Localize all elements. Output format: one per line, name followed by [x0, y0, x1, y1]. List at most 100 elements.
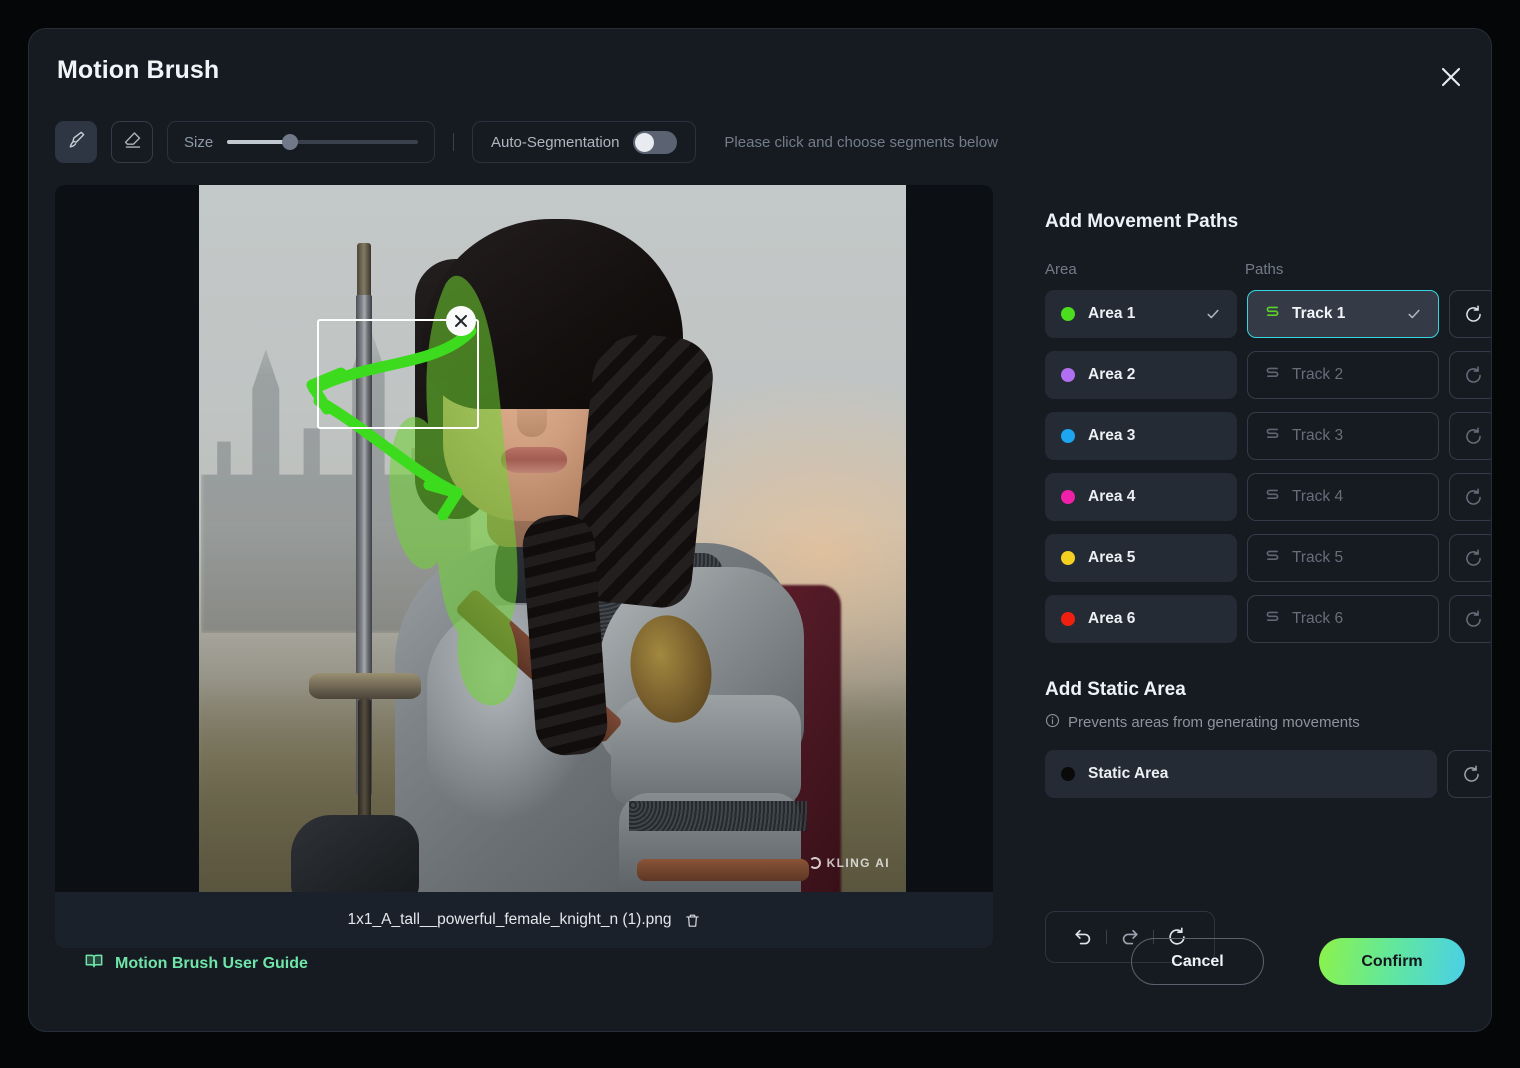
area-chip-1[interactable]: Area 1: [1045, 290, 1237, 338]
track-path-icon: [1264, 303, 1281, 325]
brush-icon: [66, 129, 87, 155]
check-icon: [1406, 550, 1422, 566]
area-color-dot: [1061, 551, 1075, 565]
check-icon: [1205, 550, 1221, 566]
user-guide-link[interactable]: Motion Brush User Guide: [84, 951, 308, 976]
area-color-dot: [1061, 490, 1075, 504]
track-chip-6[interactable]: Track 6: [1247, 595, 1439, 643]
check-icon: [1406, 367, 1422, 383]
reset-icon[interactable]: [1449, 595, 1491, 643]
close-icon[interactable]: [446, 306, 476, 336]
check-icon: [1205, 367, 1221, 383]
reset-icon[interactable]: [1447, 750, 1491, 798]
reset-icon[interactable]: [1449, 351, 1491, 399]
static-area-heading: Add Static Area: [1045, 679, 1186, 700]
preview-image[interactable]: KLING AI: [199, 185, 906, 892]
static-area-info-text: Prevents areas from generating movements: [1068, 714, 1360, 731]
area-track-row: Area 1 Track 1: [1045, 290, 1491, 338]
auto-segmentation-label: Auto-Segmentation: [491, 133, 620, 151]
check-icon: [1205, 306, 1221, 322]
area-track-row: Area 5 Track 5: [1045, 534, 1491, 582]
toolbar: Size Auto-Segmentation Please click and …: [55, 121, 998, 163]
check-icon: [1205, 611, 1221, 627]
area-label: Area 2: [1088, 366, 1136, 383]
area-color-dot: [1061, 612, 1075, 626]
check-icon: [1406, 428, 1422, 444]
brush-size-label: Size: [184, 133, 214, 151]
track-label: Track 3: [1292, 427, 1344, 444]
column-header-area: Area: [1045, 261, 1077, 278]
book-icon: [84, 951, 104, 976]
track-label: Track 1: [1292, 305, 1346, 322]
brush-size-control[interactable]: Size: [167, 121, 435, 163]
static-area-label: Static Area: [1088, 765, 1169, 782]
track-chip-4[interactable]: Track 4: [1247, 473, 1439, 521]
area-color-dot: [1061, 307, 1075, 321]
static-area-color-dot: [1061, 767, 1075, 781]
track-path-icon: [1264, 547, 1281, 569]
static-area-chip[interactable]: Static Area: [1045, 750, 1437, 798]
slider-fill: [227, 140, 291, 144]
reset-icon[interactable]: [1449, 412, 1491, 460]
toggle-switch[interactable]: [633, 130, 678, 154]
motion-brush-dialog: Motion Brush Size Auto-Segmentation Plea…: [28, 28, 1492, 1032]
track-label: Track 6: [1292, 610, 1344, 627]
user-guide-label: Motion Brush User Guide: [115, 954, 308, 972]
track-label: Track 2: [1292, 366, 1344, 383]
slider-thumb[interactable]: [282, 134, 299, 150]
reset-icon[interactable]: [1449, 473, 1491, 521]
kling-watermark: KLING AI: [808, 856, 890, 870]
area-track-row: Area 6 Track 6: [1045, 595, 1491, 643]
track-chip-2[interactable]: Track 2: [1247, 351, 1439, 399]
cancel-button[interactable]: Cancel: [1131, 938, 1264, 985]
check-icon: [1205, 489, 1221, 505]
track-path-icon: [1264, 364, 1281, 386]
segmentation-hint: Please click and choose segments below: [724, 133, 998, 151]
column-headers: Area Paths: [1045, 261, 1491, 278]
image-sword: [309, 203, 421, 863]
watermark-text: KLING AI: [826, 856, 890, 870]
track-path-icon: [1264, 425, 1281, 447]
column-header-paths: Paths: [1245, 261, 1284, 278]
auto-segmentation-toggle[interactable]: Auto-Segmentation: [472, 121, 697, 163]
reset-icon[interactable]: [1449, 534, 1491, 582]
track-label: Track 5: [1292, 549, 1344, 566]
track-chip-5[interactable]: Track 5: [1247, 534, 1439, 582]
track-chip-1[interactable]: Track 1: [1247, 290, 1439, 338]
kling-logo-icon: [808, 857, 821, 869]
undo-icon[interactable]: [1060, 912, 1106, 962]
confirm-button[interactable]: Confirm: [1319, 938, 1465, 985]
image-canvas[interactable]: KLING AI: [55, 185, 993, 892]
track-chip-3[interactable]: Track 3: [1247, 412, 1439, 460]
area-track-rows: Area 1 Track 1 Area 2 Track 2 Area 3 Track 3 A…: [1045, 290, 1491, 643]
area-label: Area 6: [1088, 610, 1136, 627]
area-color-dot: [1061, 368, 1075, 382]
check-icon: [1406, 489, 1422, 505]
track-label: Track 4: [1292, 488, 1344, 505]
eraser-icon: [122, 129, 143, 155]
close-icon[interactable]: [1433, 59, 1469, 95]
static-area-row: Static Area: [1045, 750, 1491, 798]
check-icon: [1205, 428, 1221, 444]
area-chip-4[interactable]: Area 4: [1045, 473, 1237, 521]
info-icon: [1045, 713, 1060, 732]
area-chip-3[interactable]: Area 3: [1045, 412, 1237, 460]
eraser-tool-button[interactable]: [111, 121, 153, 163]
toggle-knob: [635, 132, 655, 152]
trash-icon[interactable]: [684, 912, 701, 929]
area-chip-2[interactable]: Area 2: [1045, 351, 1237, 399]
image-knight: [199, 185, 906, 892]
image-glove: [291, 815, 419, 892]
motion-path-selection-box[interactable]: [317, 319, 479, 429]
reset-icon[interactable]: [1449, 290, 1491, 338]
check-icon: [1406, 611, 1422, 627]
track-path-icon: [1264, 486, 1281, 508]
area-label: Area 5: [1088, 549, 1136, 566]
brush-size-slider[interactable]: [227, 134, 418, 150]
area-chip-5[interactable]: Area 5: [1045, 534, 1237, 582]
brush-tool-button[interactable]: [55, 121, 97, 163]
area-label: Area 3: [1088, 427, 1136, 444]
area-label: Area 4: [1088, 488, 1136, 505]
area-chip-6[interactable]: Area 6: [1045, 595, 1237, 643]
movement-paths-panel: Add Movement Paths Area Paths Area 1 Trac…: [1045, 211, 1491, 811]
